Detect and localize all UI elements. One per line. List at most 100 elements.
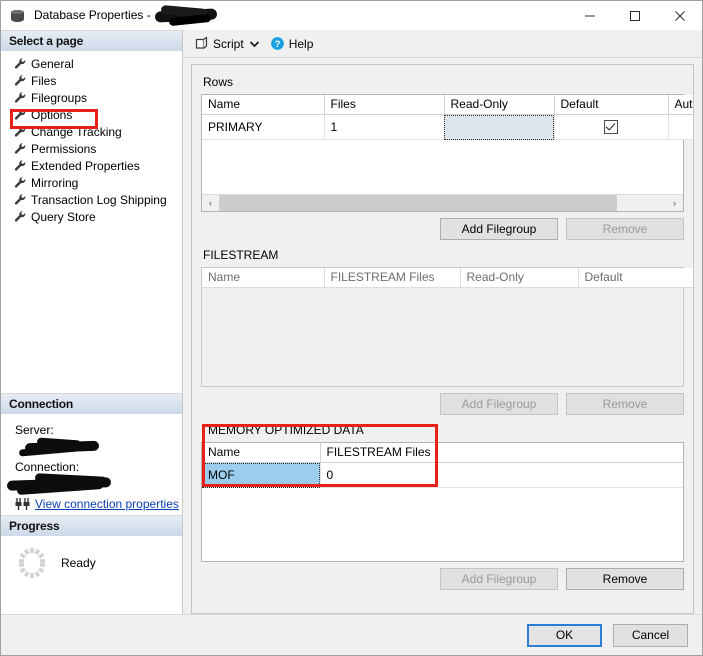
rows-button-row: Add Filegroup Remove bbox=[201, 218, 684, 240]
column-header-files[interactable]: Files bbox=[324, 95, 445, 115]
ok-button[interactable]: OK bbox=[527, 623, 602, 647]
column-header-name[interactable]: Name bbox=[202, 95, 325, 115]
maximize-icon[interactable] bbox=[612, 1, 657, 30]
sidebar-item-label: Change Tracking bbox=[31, 124, 122, 139]
sidebar-item-label: Extended Properties bbox=[31, 158, 140, 173]
select-page-header: Select a page bbox=[1, 30, 182, 51]
sidebar-item-label: Permissions bbox=[31, 141, 97, 156]
filestream-grid-header-row: Name FILESTREAM Files Read-Only Default bbox=[202, 268, 693, 288]
scroll-right-arrow-icon[interactable]: › bbox=[666, 195, 683, 211]
memory-optimized-remove-button[interactable]: Remove bbox=[566, 568, 684, 590]
filestream-add-filegroup-button: Add Filegroup bbox=[440, 393, 558, 415]
rows-grid[interactable]: Name Files Read-Only Default Autog PRIMA… bbox=[201, 94, 693, 212]
redacted-connection-value bbox=[6, 473, 182, 495]
script-icon bbox=[194, 36, 209, 51]
scroll-left-arrow-icon[interactable]: ‹ bbox=[202, 195, 219, 211]
filegroups-content-pane: Rows Name Files Read-Only Default Aut PR… bbox=[191, 64, 694, 614]
page-list: General Files Filegroups Options Change … bbox=[1, 51, 182, 309]
sidebar-item-filegroups[interactable]: Filegroups bbox=[1, 89, 182, 106]
help-button[interactable]: ? Help bbox=[267, 33, 317, 54]
cell-filler bbox=[436, 462, 683, 488]
sidebar-item-general[interactable]: General bbox=[1, 55, 182, 72]
memory-optimized-grid[interactable]: Name FILESTREAM Files MOF 0 bbox=[201, 442, 684, 562]
help-question-icon: ? bbox=[270, 36, 285, 51]
table-row[interactable]: MOF 0 bbox=[202, 462, 683, 488]
column-header-default: Default bbox=[578, 268, 693, 288]
wrench-icon bbox=[14, 159, 27, 172]
sidebar-item-options[interactable]: Options bbox=[1, 106, 182, 123]
window-title-text: Database Properties - bbox=[34, 7, 151, 22]
progress-status: Ready bbox=[61, 556, 96, 570]
connection-plug-icon bbox=[15, 497, 31, 511]
column-header-name[interactable]: Name bbox=[202, 443, 321, 463]
script-button[interactable]: Script bbox=[191, 33, 247, 54]
cell-filestream-files[interactable]: 0 bbox=[320, 462, 437, 488]
window-title: Database Properties - bbox=[34, 4, 219, 27]
cell-name[interactable]: PRIMARY bbox=[202, 114, 325, 140]
column-header-default[interactable]: Default bbox=[554, 95, 669, 115]
column-header-filler bbox=[436, 443, 683, 463]
window-controls bbox=[567, 1, 702, 30]
cell-autogrowth[interactable] bbox=[668, 114, 693, 140]
database-icon bbox=[10, 8, 26, 24]
server-label: Server: bbox=[15, 423, 54, 437]
sidebar-item-permissions[interactable]: Permissions bbox=[1, 140, 182, 157]
filestream-grid-table: Name FILESTREAM Files Read-Only Default bbox=[202, 268, 693, 288]
cell-default[interactable] bbox=[554, 114, 669, 140]
sidebar-item-label: Query Store bbox=[31, 209, 96, 224]
cancel-button[interactable]: Cancel bbox=[613, 623, 688, 647]
column-header-read-only: Read-Only bbox=[460, 268, 579, 288]
cell-name[interactable]: MOF bbox=[202, 462, 321, 488]
memory-optimized-section-label: MEMORY OPTIMIZED DATA bbox=[208, 423, 364, 437]
wrench-icon bbox=[14, 125, 27, 138]
redacted-database-name bbox=[153, 4, 219, 27]
memory-optimized-section: MEMORY OPTIMIZED DATA Name FILESTREAM Fi… bbox=[201, 423, 684, 562]
rows-horizontal-scrollbar[interactable]: ‹ › bbox=[202, 194, 683, 211]
progress-block: Ready bbox=[1, 536, 182, 580]
wrench-icon bbox=[14, 193, 27, 206]
sidebar-item-mirroring[interactable]: Mirroring bbox=[1, 174, 182, 191]
table-row[interactable]: PRIMARY 1 bbox=[202, 114, 693, 140]
scroll-track[interactable] bbox=[219, 195, 666, 211]
script-label: Script bbox=[213, 36, 244, 51]
default-checkbox[interactable] bbox=[604, 119, 618, 134]
sidebar-item-label: Mirroring bbox=[31, 175, 79, 190]
help-label: Help bbox=[288, 36, 314, 51]
filestream-grid: Name FILESTREAM Files Read-Only Default bbox=[201, 267, 693, 387]
database-properties-dialog: Database Properties - Select a page Gene… bbox=[0, 0, 703, 656]
sidebar-item-transaction-log-shipping[interactable]: Transaction Log Shipping bbox=[1, 191, 182, 208]
progress-header: Progress bbox=[1, 515, 182, 536]
view-connection-properties-row[interactable]: View connection properties bbox=[15, 497, 182, 511]
rows-add-filegroup-button[interactable]: Add Filegroup bbox=[440, 218, 558, 240]
memory-optimized-add-filegroup-button: Add Filegroup bbox=[440, 568, 558, 590]
minimize-icon[interactable] bbox=[567, 1, 612, 30]
memory-optimized-button-row: Add Filegroup Remove bbox=[201, 568, 684, 590]
wrench-icon bbox=[14, 210, 27, 223]
column-header-autogrowth[interactable]: Autog bbox=[668, 95, 693, 115]
left-panel: Select a page General Files Filegroups O… bbox=[1, 30, 183, 614]
cell-files[interactable]: 1 bbox=[324, 114, 445, 140]
column-header-name: Name bbox=[202, 268, 325, 288]
rows-grid-header-row: Name Files Read-Only Default Autog bbox=[202, 95, 693, 115]
sidebar-item-files[interactable]: Files bbox=[1, 72, 182, 89]
sidebar-item-label: Transaction Log Shipping bbox=[31, 192, 167, 207]
wrench-icon bbox=[14, 176, 27, 189]
sidebar-item-query-store[interactable]: Query Store bbox=[1, 208, 182, 225]
connection-label: Connection: bbox=[15, 460, 80, 474]
memory-optimized-header-row: Name FILESTREAM Files bbox=[202, 443, 683, 463]
wrench-icon bbox=[14, 57, 27, 70]
svg-text:?: ? bbox=[274, 39, 280, 50]
progress-spinner-icon bbox=[15, 546, 49, 580]
column-header-filestream-files[interactable]: FILESTREAM Files bbox=[320, 443, 437, 463]
close-icon[interactable] bbox=[657, 1, 702, 30]
column-header-read-only[interactable]: Read-Only bbox=[444, 95, 555, 115]
cell-read-only[interactable] bbox=[444, 114, 555, 140]
sidebar-item-extended-properties[interactable]: Extended Properties bbox=[1, 157, 182, 174]
sidebar-item-change-tracking[interactable]: Change Tracking bbox=[1, 123, 182, 140]
dialog-footer: OK Cancel bbox=[1, 614, 702, 655]
scroll-thumb[interactable] bbox=[219, 195, 617, 211]
column-header-filestream-files: FILESTREAM Files bbox=[324, 268, 461, 288]
view-connection-properties-link[interactable]: View connection properties bbox=[35, 497, 179, 511]
chevron-down-icon[interactable] bbox=[248, 34, 261, 54]
